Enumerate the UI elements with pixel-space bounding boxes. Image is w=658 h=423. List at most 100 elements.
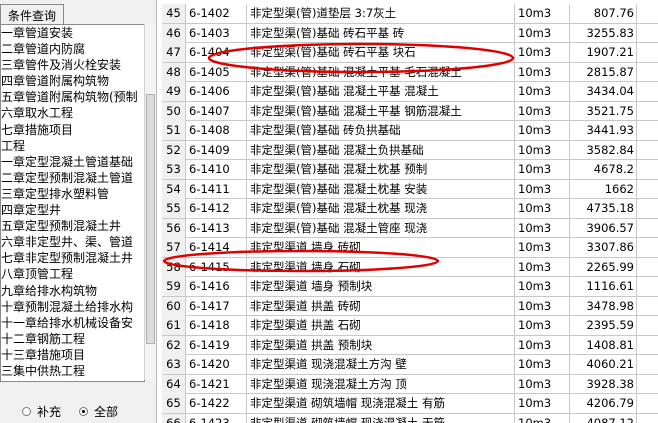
price-cell: 1408.81 bbox=[570, 335, 637, 355]
table-row[interactable]: 61 6-1418 非定型渠道 拱盖 石砌 10m3 2395.59 bbox=[162, 316, 658, 336]
row-index-cell: 46 bbox=[162, 23, 186, 43]
left-panel: 条件查询 一章管道安装 二章管道内防腐 三章管件及消火栓安装 四章管道附属构筑物 五章管… bbox=[0, 0, 157, 423]
item-name-cell: 非定型渠(管)基础 混凝土平基 钢筋混凝土 bbox=[247, 101, 515, 121]
unit-cell: 10m3 bbox=[515, 101, 570, 121]
unit-cell: 10m3 bbox=[515, 316, 570, 335]
table-row[interactable]: 48 6-1405 非定型渠(管)基础 混凝土平基 毛石混凝土 10m3 2815.87 bbox=[162, 62, 658, 82]
table-row[interactable]: 59 6-1416 非定型渠道 墙身 预制块 10m3 1116.61 bbox=[162, 277, 658, 297]
item-name-cell: 非定型渠道 砌筑墙帽 现浇混凝土 无筋 bbox=[247, 413, 515, 423]
table-row[interactable]: 57 6-1414 非定型渠道 墙身 砖砌 10m3 3307.86 bbox=[162, 238, 658, 258]
price-cell: 3255.83 bbox=[570, 23, 637, 43]
row-index-cell: 61 bbox=[162, 316, 186, 335]
table-row[interactable]: 50 6-1407 非定型渠(管)基础 混凝土平基 钢筋混凝土 10m3 3521.75 bbox=[162, 101, 658, 121]
tree-item[interactable]: 九章给排水构筑物 bbox=[1, 283, 144, 299]
radio-supplement[interactable]: 补充 bbox=[22, 403, 61, 420]
table-row[interactable]: 45 6-1402 非定型渠(管)道垫层 3:7灰土 10m3 807.76 bbox=[162, 4, 658, 24]
table-row[interactable]: 52 6-1409 非定型渠(管)基础 混凝土负拱基础 10m3 3582.84 bbox=[162, 140, 658, 160]
tree-item[interactable]: 三集中供热工程 bbox=[1, 363, 144, 379]
table-row[interactable]: 58 6-1415 非定型渠道 墙身 石砌 10m3 2265.99 bbox=[162, 257, 658, 277]
price-cell: 3478.98 bbox=[570, 296, 637, 316]
extra-cell bbox=[637, 199, 658, 218]
table-row[interactable]: 62 6-1419 非定型渠道 拱盖 预制块 10m3 1408.81 bbox=[162, 335, 658, 355]
item-name-cell: 非定型渠(管)基础 混凝土负拱基础 bbox=[247, 140, 515, 160]
table-row[interactable]: 60 6-1417 非定型渠道 拱盖 砖砌 10m3 3478.98 bbox=[162, 296, 658, 316]
tree-scrollbar[interactable] bbox=[144, 24, 156, 380]
unit-cell: 10m3 bbox=[515, 4, 570, 23]
row-index-cell: 63 bbox=[162, 355, 186, 374]
item-name-cell: 非定型渠道 墙身 砖砌 bbox=[247, 238, 515, 257]
unit-cell: 10m3 bbox=[515, 413, 570, 423]
tree-item[interactable]: 十二章钢筋工程 bbox=[1, 331, 144, 347]
tree-item[interactable]: 五章管道附属构筑物(预制 bbox=[1, 89, 144, 105]
row-index-cell: 65 bbox=[162, 394, 186, 413]
radio-dot[interactable] bbox=[22, 406, 31, 416]
table-row[interactable]: 55 6-1412 非定型渠(管)基础 混凝土枕基 现浇 10m3 4735.18 bbox=[162, 199, 658, 219]
quota-code-cell: 6-1410 bbox=[186, 160, 247, 179]
radio-all[interactable]: 全部 bbox=[79, 403, 118, 420]
extra-cell bbox=[637, 219, 658, 238]
tree-item[interactable]: 四章定型井 bbox=[1, 202, 144, 218]
tree-item[interactable]: 一章管道安装 bbox=[1, 25, 144, 41]
tree-item[interactable]: 六章非定型井、渠、管道 bbox=[1, 234, 144, 250]
table-row[interactable]: 64 6-1421 非定型渠道 现浇混凝土方沟 顶 10m3 3928.38 bbox=[162, 374, 658, 394]
row-index-cell: 64 bbox=[162, 374, 186, 394]
price-cell: 4735.18 bbox=[570, 199, 637, 218]
extra-cell bbox=[637, 258, 658, 277]
table-row[interactable]: 47 6-1404 非定型渠(管)基础 砖石平基 块石 10m3 1907.21 bbox=[162, 43, 658, 63]
unit-cell: 10m3 bbox=[515, 43, 570, 62]
extra-cell bbox=[637, 4, 658, 23]
table-row[interactable]: 63 6-1420 非定型渠道 现浇混凝土方沟 壁 10m3 4060.21 bbox=[162, 355, 658, 375]
tree-item[interactable]: 二章定型预制混凝土管道 bbox=[1, 170, 144, 186]
row-index-cell: 57 bbox=[162, 238, 186, 257]
tree-item[interactable]: 七章措施项目 bbox=[1, 122, 144, 138]
row-index-cell: 54 bbox=[162, 179, 186, 199]
tree-item[interactable]: 五章定型预制混凝土井 bbox=[1, 218, 144, 234]
table-row[interactable]: 46 6-1403 非定型渠(管)基础 砖石平基 砖 10m3 3255.83 bbox=[162, 23, 658, 43]
table-row[interactable]: 51 6-1408 非定型渠(管)基础 砖负拱基础 10m3 3441.93 bbox=[162, 121, 658, 141]
tree-item[interactable]: 六章取水工程 bbox=[1, 105, 144, 121]
quota-code-cell: 6-1407 bbox=[186, 101, 247, 121]
table-row[interactable]: 66 6-1423 非定型渠道 砌筑墙帽 现浇混凝土 无筋 10m3 4087.12 bbox=[162, 413, 658, 423]
item-name-cell: 非定型渠(管)基础 混凝土枕基 安装 bbox=[247, 179, 515, 199]
extra-cell bbox=[637, 43, 658, 62]
tree-item[interactable]: 三章管件及消火栓安装 bbox=[1, 57, 144, 73]
condition-query-tab[interactable]: 条件查询 bbox=[0, 4, 64, 25]
item-name-cell: 非定型渠道 墙身 石砌 bbox=[247, 257, 515, 277]
tree-item[interactable]: 七章非定型预制混凝土井 bbox=[1, 250, 144, 266]
table-row[interactable]: 53 6-1410 非定型渠(管)基础 混凝土枕基 预制 10m3 4678.2 bbox=[162, 160, 658, 180]
extra-cell bbox=[637, 24, 658, 43]
radio-label: 全部 bbox=[94, 404, 119, 419]
tree-item[interactable]: 二章管道内防腐 bbox=[1, 41, 144, 57]
quota-table: 45 6-1402 非定型渠(管)道垫层 3:7灰土 10m3 807.76 46 6-14… bbox=[162, 0, 658, 423]
item-name-cell: 非定型渠道 现浇混凝土方沟 壁 bbox=[247, 355, 515, 374]
price-cell: 3521.75 bbox=[570, 101, 637, 121]
tree-item[interactable]: 工程 bbox=[1, 138, 144, 154]
row-index-cell: 59 bbox=[162, 277, 186, 296]
tree-item[interactable]: 十章预制混凝土给排水构 bbox=[1, 299, 144, 315]
tree-item[interactable]: 十一章给排水机械设备安 bbox=[1, 315, 144, 331]
item-name-cell: 非定型渠(管)道垫层 3:7灰土 bbox=[247, 4, 515, 23]
radio-label: 补充 bbox=[37, 404, 62, 419]
tree-item[interactable]: 八章顶管工程 bbox=[1, 266, 144, 282]
tree-item[interactable]: 四章管道附属构筑物 bbox=[1, 73, 144, 89]
scrollbar-thumb[interactable] bbox=[146, 94, 155, 344]
tree-item[interactable]: 三章定型排水塑料管 bbox=[1, 186, 144, 202]
item-name-cell: 非定型渠(管)基础 混凝土管座 现浇 bbox=[247, 218, 515, 238]
table-row[interactable]: 49 6-1406 非定型渠(管)基础 混凝土平基 混凝土 10m3 3434.04 bbox=[162, 82, 658, 102]
table-row[interactable]: 54 6-1411 非定型渠(管)基础 混凝土枕基 安装 10m3 1662 bbox=[162, 179, 658, 199]
table-row[interactable]: 65 6-1422 非定型渠道 砌筑墙帽 现浇混凝土 有筋 10m3 4206.79 bbox=[162, 394, 658, 414]
tree-item[interactable]: 一章定型混凝土管道基础 bbox=[1, 154, 144, 170]
unit-cell: 10m3 bbox=[515, 199, 570, 218]
unit-cell: 10m3 bbox=[515, 257, 570, 277]
tree-item[interactable]: 十三章措施项目 bbox=[1, 347, 144, 363]
price-cell: 1662 bbox=[570, 179, 637, 199]
filter-radio-group: 补充 全部 bbox=[0, 400, 156, 422]
item-name-cell: 非定型渠道 墙身 预制块 bbox=[247, 277, 515, 296]
table-row[interactable]: 56 6-1413 非定型渠(管)基础 混凝土管座 现浇 10m3 3906.57 bbox=[162, 218, 658, 238]
extra-cell bbox=[637, 336, 658, 355]
unit-cell: 10m3 bbox=[515, 238, 570, 257]
unit-cell: 10m3 bbox=[515, 374, 570, 394]
row-index-cell: 47 bbox=[162, 43, 186, 62]
price-cell: 3906.57 bbox=[570, 218, 637, 238]
radio-dot[interactable] bbox=[79, 406, 89, 416]
